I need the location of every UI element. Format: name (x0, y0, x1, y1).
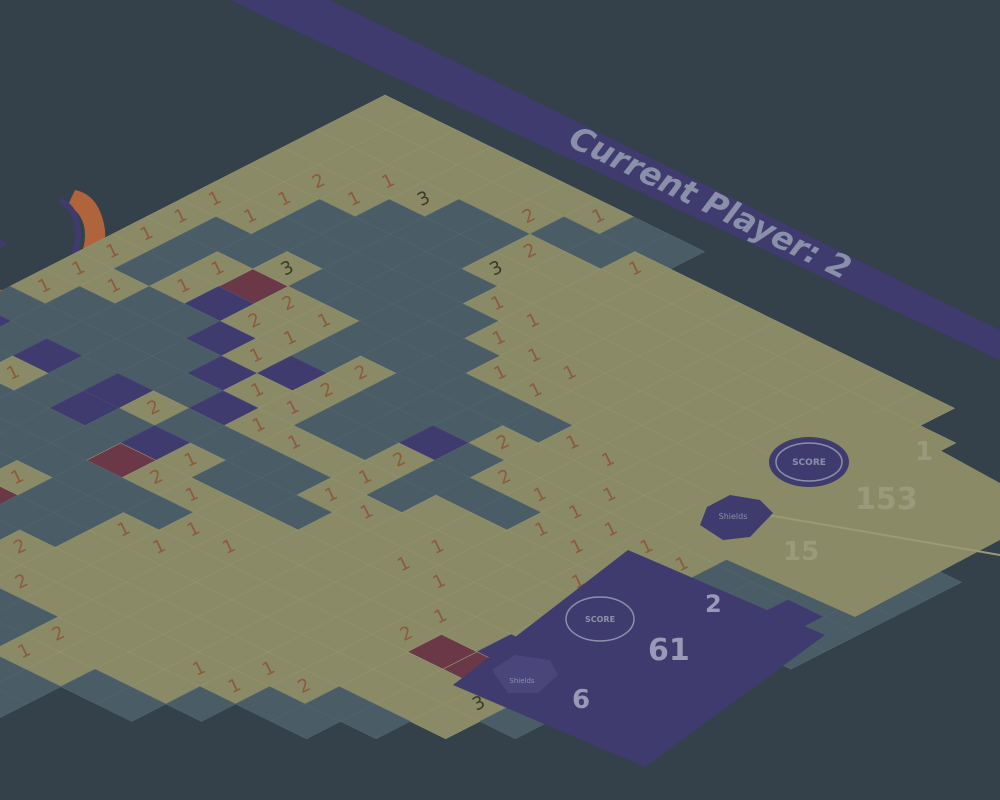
player2-flags: 6 (572, 685, 591, 715)
player2-number: 2 (705, 590, 722, 618)
player1-score-badge-text: SCORE (792, 458, 826, 468)
player1-number: 1 (915, 437, 934, 467)
player1-score: 153 (855, 482, 918, 517)
player2-score-badge-text: SCORE (585, 615, 615, 624)
player2-score: 61 (648, 633, 690, 668)
player2-shield-text: Shields (509, 677, 535, 685)
player1-shield-text: Shields (719, 512, 748, 521)
player1-score-badge-icon: SCORE (769, 437, 849, 487)
player2-panel: SCORE Shields 2 61 6 (450, 545, 830, 770)
